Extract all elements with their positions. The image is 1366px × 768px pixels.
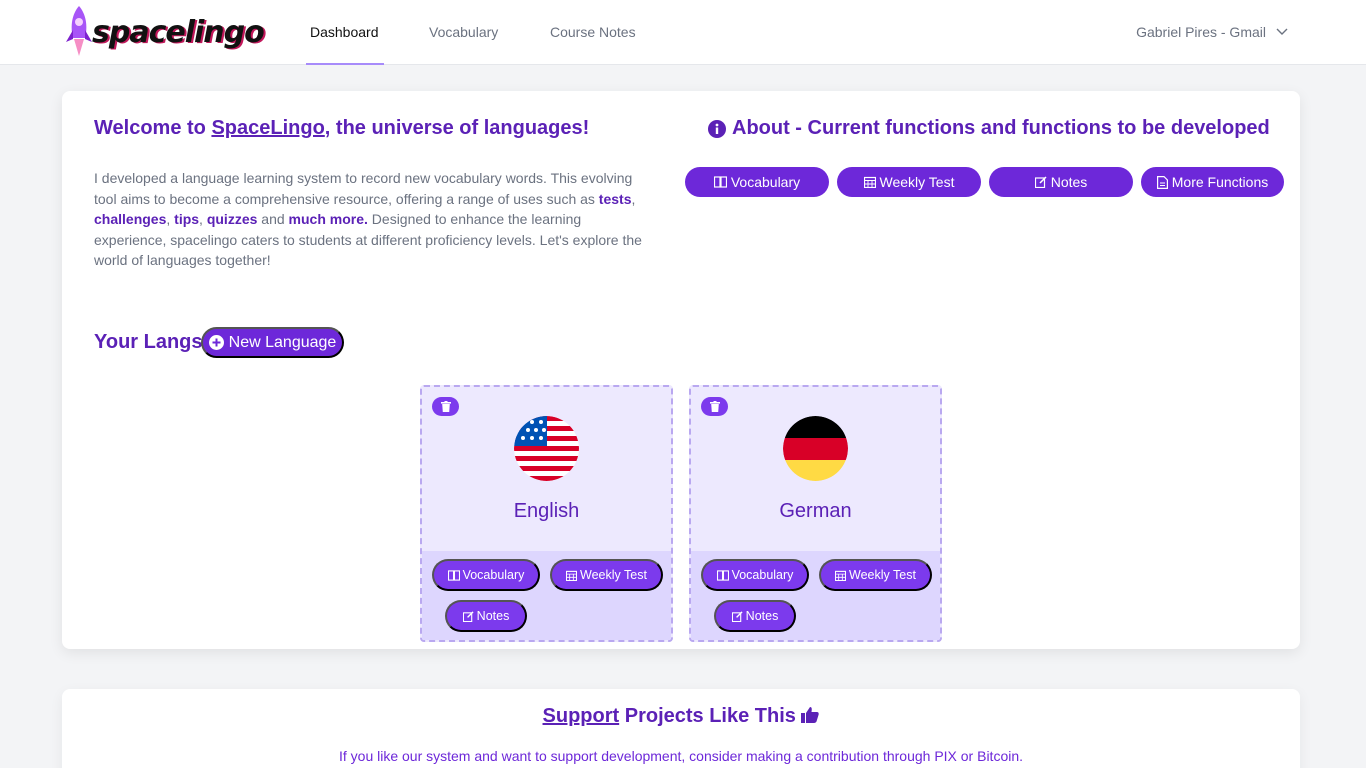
intro-challenges: challenges (94, 211, 167, 227)
thumbs-up-icon (801, 707, 820, 723)
english-notes-label: Notes (476, 609, 510, 623)
intro-tests: tests (598, 190, 632, 207)
nav-vocabulary[interactable]: Vocabulary (429, 24, 498, 65)
calendar-icon (566, 570, 578, 581)
calendar-icon (863, 176, 876, 188)
document-icon (1156, 175, 1168, 189)
user-name: Gabriel Pires - Gmail (1136, 24, 1266, 40)
about-heading: About - Current functions and functions … (708, 117, 1270, 140)
edit-icon (462, 610, 474, 622)
us-flag-icon (514, 416, 579, 481)
book-icon (713, 176, 727, 188)
about-vocabulary-label: Vocabulary (730, 174, 801, 190)
welcome-heading: Welcome to SpaceLingo, the universe of l… (94, 117, 589, 140)
german-notes-button[interactable]: Notes (714, 600, 796, 632)
germany-flag-icon (783, 416, 848, 481)
intro-more: much more. (288, 211, 368, 227)
edit-icon (1034, 176, 1047, 188)
english-vocabulary-label: Vocabulary (462, 568, 525, 582)
intro-paragraph: I developed a language learning system t… (94, 168, 654, 271)
rocket-icon (66, 6, 92, 56)
about-weekly-test-label: Weekly Test (879, 174, 955, 190)
language-card-english[interactable]: English Vocabulary Weekly Test Notes (420, 385, 673, 642)
top-navbar: spacelingo Dashboard Vocabulary Course N… (0, 0, 1366, 65)
intro-text-1: I developed a language learning system t… (94, 170, 633, 207)
nav-dashboard[interactable]: Dashboard (306, 24, 384, 65)
your-langs-heading: Your Langs (94, 331, 203, 353)
german-vocabulary-label: Vocabulary (731, 568, 794, 582)
plus-circle-icon (208, 335, 224, 350)
intro-tips: tips (174, 211, 200, 227)
chevron-down-icon (1276, 28, 1288, 35)
support-link[interactable]: Support (543, 705, 620, 727)
english-notes-button[interactable]: Notes (445, 600, 527, 632)
intro-and: and (257, 211, 289, 227)
spacelingo-link[interactable]: SpaceLingo (211, 117, 324, 139)
book-icon (716, 569, 729, 581)
about-vocabulary-button[interactable]: Vocabulary (685, 167, 829, 197)
language-card-german[interactable]: German Vocabulary Weekly Test Notes (689, 385, 942, 642)
new-language-button[interactable]: New Language (201, 327, 344, 358)
delete-language-button[interactable] (701, 397, 728, 416)
trash-icon (440, 401, 451, 412)
language-actions: Vocabulary Weekly Test Notes (422, 551, 671, 640)
german-vocabulary-button[interactable]: Vocabulary (701, 559, 809, 591)
welcome-suffix: , the universe of languages! (324, 117, 590, 139)
nav-dashboard-label: Dashboard (310, 24, 379, 40)
welcome-prefix: Welcome to (94, 117, 212, 139)
intro-quizzes: quizzes (206, 211, 258, 227)
trash-icon (709, 401, 720, 412)
dashboard-card: Welcome to SpaceLingo, the universe of l… (62, 91, 1300, 649)
language-name: German (779, 500, 852, 522)
english-weekly-test-label: Weekly Test (580, 568, 647, 582)
book-icon (447, 569, 460, 581)
support-card: Support Projects Like This If you like o… (62, 689, 1300, 768)
calendar-icon (835, 570, 847, 581)
user-menu[interactable]: Gabriel Pires - Gmail (1136, 24, 1288, 40)
intro-sep-1: , (631, 190, 636, 207)
intro-sep-3: , (199, 211, 207, 227)
about-notes-button[interactable]: Notes (989, 167, 1133, 197)
german-notes-label: Notes (745, 609, 779, 623)
german-weekly-test-button[interactable]: Weekly Test (819, 559, 932, 591)
support-heading-rest: Projects Like This (619, 705, 796, 727)
about-weekly-test-button[interactable]: Weekly Test (837, 167, 981, 197)
delete-language-button[interactable] (432, 397, 459, 416)
about-notes-label: Notes (1050, 174, 1088, 190)
new-language-label: New Language (228, 333, 337, 351)
info-circle-icon (708, 119, 726, 138)
intro-sep-2: , (166, 211, 175, 227)
about-title: About - Current functions and functions … (732, 117, 1270, 139)
language-name: English (513, 500, 580, 522)
german-weekly-test-label: Weekly Test (849, 568, 916, 582)
language-actions: Vocabulary Weekly Test Notes (691, 551, 940, 640)
about-more-functions-label: More Functions (1171, 174, 1269, 190)
support-heading: Support Projects Like This (62, 705, 1300, 728)
brand-logo[interactable]: spacelingo (62, 4, 272, 60)
english-vocabulary-button[interactable]: Vocabulary (432, 559, 540, 591)
support-text: If you like our system and want to suppo… (338, 748, 1024, 764)
about-more-functions-button[interactable]: More Functions (1141, 167, 1284, 197)
brand-name: spacelingo (92, 14, 265, 50)
english-weekly-test-button[interactable]: Weekly Test (550, 559, 663, 591)
nav-course-notes[interactable]: Course Notes (550, 24, 636, 65)
edit-icon (731, 610, 743, 622)
